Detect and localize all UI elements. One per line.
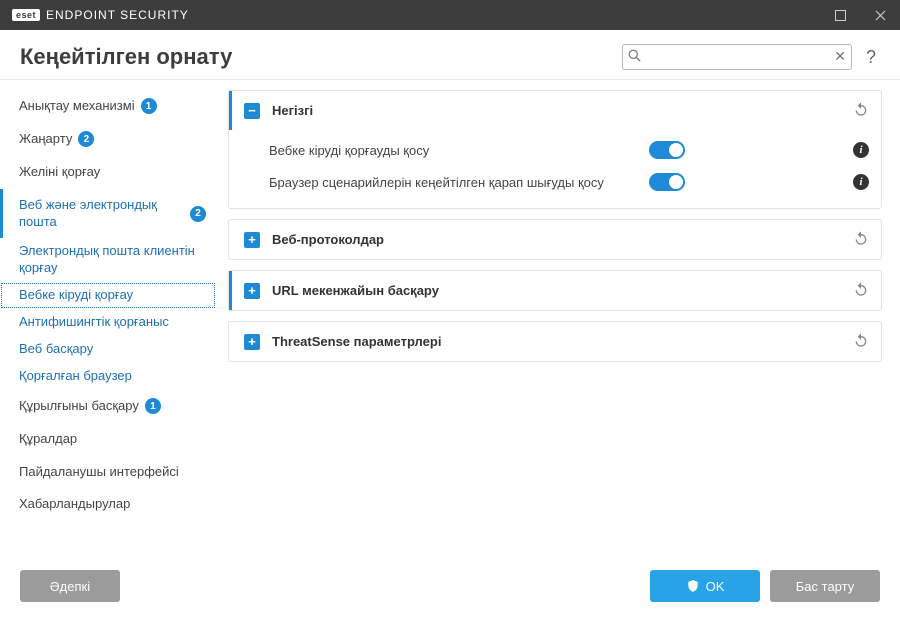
- sidebar-item-web-email[interactable]: Веб және электрондық пошта 2: [0, 189, 216, 239]
- sidebar-item-label: Жаңарту: [19, 131, 72, 148]
- help-button[interactable]: ?: [862, 47, 880, 68]
- reset-icon[interactable]: [853, 230, 869, 249]
- window-maximize-icon[interactable]: [820, 0, 860, 30]
- sidebar-item-label: Құрылғыны басқару: [19, 398, 139, 415]
- header: Кеңейтілген орнату ✕ ?: [0, 30, 900, 79]
- sidebar-item-tools[interactable]: Құралдар: [0, 423, 216, 456]
- page-title: Кеңейтілген орнату: [20, 44, 232, 70]
- sidebar-item-protected-browser[interactable]: Қорғалған браузер: [0, 363, 216, 390]
- panel-basic: − Негізгі Вебке кіруді қорғауды қосу i Б…: [228, 90, 882, 209]
- sidebar-item-web-control[interactable]: Веб басқару: [0, 336, 216, 363]
- content-area: − Негізгі Вебке кіруді қорғауды қосу i Б…: [220, 80, 900, 556]
- panel-header-web-protocols[interactable]: + Веб-протоколдар: [229, 220, 881, 259]
- sidebar-item-label: Веб басқару: [19, 341, 93, 358]
- title-bar: eset ENDPOINT SECURITY: [0, 0, 900, 30]
- setting-row: Браузер сценарийлерін кеңейтілген қарап …: [269, 166, 869, 198]
- sidebar-item-label: Қорғалған браузер: [19, 368, 132, 385]
- sidebar: Анықтау механизмі 1 Жаңарту 2 Желіні қор…: [0, 80, 220, 556]
- search-box: ✕: [622, 44, 852, 70]
- panel-title: ThreatSense параметрлері: [272, 334, 441, 349]
- expand-icon: +: [244, 232, 260, 248]
- sidebar-item-label: Веб және электрондық пошта: [19, 197, 184, 231]
- brand-logo: eset: [12, 9, 40, 21]
- info-icon[interactable]: i: [853, 174, 869, 190]
- sidebar-badge: 2: [190, 206, 206, 222]
- panel-title: Негізгі: [272, 103, 313, 118]
- toggle-script-scan[interactable]: [649, 173, 685, 191]
- search-icon: [628, 49, 641, 65]
- sidebar-item-label: Вебке кіруді қорғау: [19, 287, 133, 304]
- sidebar-item-network-protection[interactable]: Желіні қорғау: [0, 156, 216, 189]
- expand-icon: +: [244, 283, 260, 299]
- sidebar-item-ui[interactable]: Пайдаланушы интерфейсі: [0, 456, 216, 489]
- panel-title: URL мекенжайын басқару: [272, 283, 439, 298]
- sidebar-item-label: Антифишингтік қорғаныс: [19, 314, 169, 331]
- sidebar-item-label: Хабарландырулар: [19, 496, 130, 513]
- setting-row: Вебке кіруді қорғауды қосу i: [269, 134, 869, 166]
- panel-threatsense: + ThreatSense параметрлері: [228, 321, 882, 362]
- button-label: Әдепкі: [50, 579, 90, 594]
- sidebar-item-label: Пайдаланушы интерфейсі: [19, 464, 179, 481]
- ok-button[interactable]: OK: [650, 570, 760, 602]
- sidebar-badge: 1: [145, 398, 161, 414]
- panel-url-management: + URL мекенжайын басқару: [228, 270, 882, 311]
- button-label: Бас тарту: [796, 579, 854, 594]
- panel-web-protocols: + Веб-протоколдар: [228, 219, 882, 260]
- footer: Әдепкі OK Бас тарту: [0, 556, 900, 620]
- search-clear-icon[interactable]: ✕: [834, 48, 846, 65]
- sidebar-item-update[interactable]: Жаңарту 2: [0, 123, 216, 156]
- sidebar-item-label: Желіні қорғау: [19, 164, 100, 181]
- info-icon[interactable]: i: [853, 142, 869, 158]
- reset-icon[interactable]: [853, 281, 869, 300]
- panel-header-url-management[interactable]: + URL мекенжайын басқару: [229, 271, 881, 310]
- panel-header-threatsense[interactable]: + ThreatSense параметрлері: [229, 322, 881, 361]
- button-label: OK: [706, 579, 725, 594]
- cancel-button[interactable]: Бас тарту: [770, 570, 880, 602]
- setting-label: Браузер сценарийлерін кеңейтілген қарап …: [269, 175, 649, 190]
- window-close-icon[interactable]: [860, 0, 900, 30]
- sidebar-item-detection-engine[interactable]: Анықтау механизмі 1: [0, 90, 216, 123]
- setting-label: Вебке кіруді қорғауды қосу: [269, 143, 649, 158]
- sidebar-item-email-client[interactable]: Электрондық пошта клиентін қорғау: [0, 238, 216, 282]
- sidebar-item-notifications[interactable]: Хабарландырулар: [0, 488, 216, 521]
- window-controls: [820, 0, 900, 30]
- sidebar-item-label: Құралдар: [19, 431, 77, 448]
- reset-icon[interactable]: [853, 101, 869, 120]
- search-input[interactable]: [622, 44, 852, 70]
- sidebar-item-antiphishing[interactable]: Антифишингтік қорғаныс: [0, 309, 216, 336]
- sidebar-badge: 2: [78, 131, 94, 147]
- sidebar-badge: 1: [141, 98, 157, 114]
- sidebar-item-label: Электрондық пошта клиентін қорғау: [19, 243, 206, 277]
- app-title: ENDPOINT SECURITY: [46, 8, 189, 22]
- toggle-web-access[interactable]: [649, 141, 685, 159]
- shield-icon: [686, 579, 700, 593]
- panel-title: Веб-протоколдар: [272, 232, 384, 247]
- sidebar-item-device-control[interactable]: Құрылғыны басқару 1: [0, 390, 216, 423]
- expand-icon: +: [244, 334, 260, 350]
- default-button[interactable]: Әдепкі: [20, 570, 120, 602]
- sidebar-item-web-access[interactable]: Вебке кіруді қорғау: [0, 282, 216, 309]
- sidebar-item-label: Анықтау механизмі: [19, 98, 135, 115]
- panel-header-basic[interactable]: − Негізгі: [229, 91, 881, 130]
- reset-icon[interactable]: [853, 332, 869, 351]
- collapse-icon: −: [244, 103, 260, 119]
